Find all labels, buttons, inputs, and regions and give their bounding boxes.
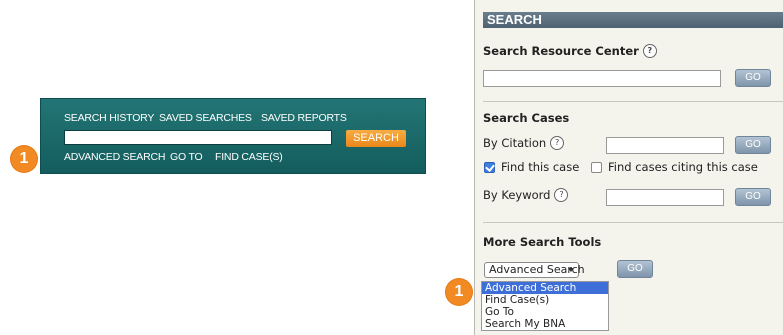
find-this-case-label: Find this case [501, 160, 580, 174]
search-history-link[interactable]: SEARCH HISTORY [64, 112, 154, 124]
help-icon[interactable]: ? [554, 188, 569, 202]
search-panel: SEARCH Search Resource Center? GO Search… [474, 0, 783, 335]
by-keyword-label-text: By Keyword [483, 188, 551, 202]
section-divider [483, 101, 783, 102]
panel-title: SEARCH [487, 12, 542, 27]
keyword-input[interactable] [606, 189, 724, 206]
dropdown-option[interactable]: Find Case(s) [482, 294, 608, 306]
resource-center-title-text: Search Resource Center [483, 44, 639, 58]
chevron-down-icon [568, 268, 574, 272]
by-keyword-label: By Keyword? [483, 188, 569, 202]
saved-reports-link[interactable]: SAVED REPORTS [261, 112, 347, 124]
resource-center-title: Search Resource Center? [483, 44, 657, 58]
by-citation-label-text: By Citation [483, 136, 547, 150]
callout-marker: 1 [11, 146, 37, 172]
dropdown-option[interactable]: Search My BNA [482, 318, 608, 330]
resource-center-input[interactable] [483, 70, 721, 87]
find-citing-label: Find cases citing this case [608, 160, 758, 174]
search-button[interactable]: SEARCH [346, 130, 406, 147]
search-input[interactable] [64, 130, 332, 145]
find-citing-checkbox[interactable] [591, 162, 602, 173]
search-tools-dropdown: Advanced Search Find Case(s) Go To Searc… [481, 281, 609, 331]
search-cases-title: Search Cases [483, 111, 570, 125]
more-tools-title: More Search Tools [483, 235, 602, 249]
go-to-link[interactable]: GO TO [170, 151, 203, 163]
panel-header: SEARCH [483, 12, 783, 28]
dropdown-option[interactable]: Go To [482, 306, 608, 318]
callout-marker: 1 [446, 279, 472, 305]
saved-searches-link[interactable]: SAVED SEARCHES [159, 112, 252, 124]
advanced-search-link[interactable]: ADVANCED SEARCH [64, 151, 165, 163]
help-icon[interactable]: ? [550, 136, 565, 150]
help-icon[interactable]: ? [642, 44, 657, 58]
find-cases-link[interactable]: FIND CASE(S) [215, 151, 283, 163]
find-this-case-checkbox[interactable] [484, 162, 495, 173]
citation-go-button[interactable]: GO [735, 136, 771, 154]
quick-search-bar: SEARCH HISTORY SAVED SEARCHES SAVED REPO… [40, 98, 426, 174]
dropdown-option[interactable]: Advanced Search [482, 282, 608, 294]
resource-center-go-button[interactable]: GO [735, 69, 771, 87]
search-tools-select[interactable]: Advanced Search [484, 262, 585, 278]
citation-input[interactable] [606, 137, 724, 154]
more-tools-go-button[interactable]: GO [617, 260, 653, 278]
keyword-go-button[interactable]: GO [735, 188, 771, 206]
by-citation-label: By Citation? [483, 136, 565, 150]
section-divider [483, 222, 783, 223]
